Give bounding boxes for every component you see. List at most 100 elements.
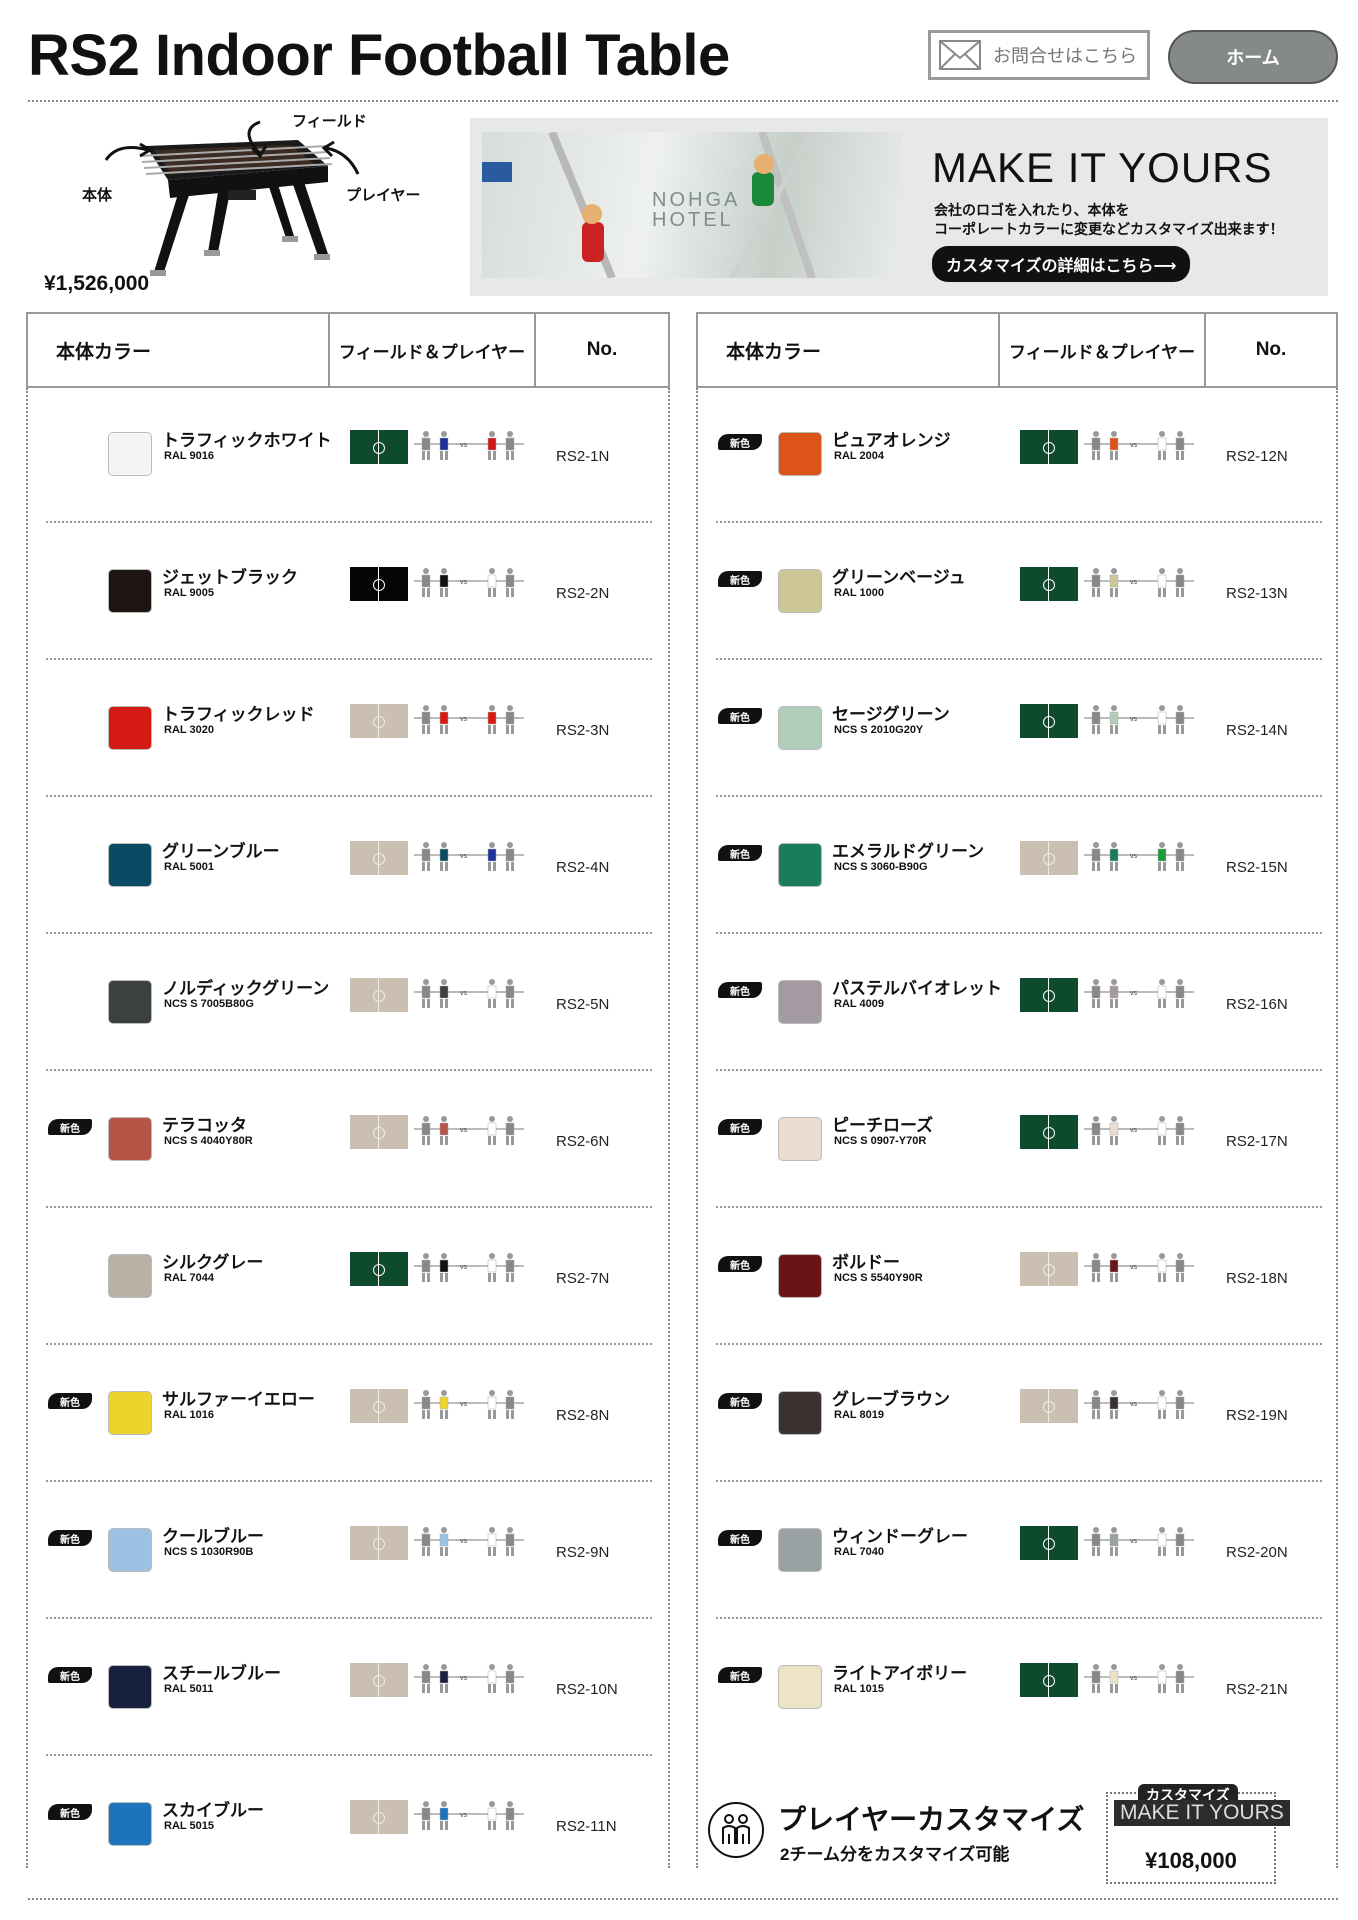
model-number: RS2-8N xyxy=(556,1407,610,1424)
model-number: RS2-5N xyxy=(556,996,610,1013)
new-color-badge: 新色 xyxy=(48,1393,92,1409)
model-number: RS2-3N xyxy=(556,722,610,739)
players-icon xyxy=(708,1802,764,1858)
color-code: NCS S 1030R90B xyxy=(164,1546,254,1558)
color-name: シルクグレー xyxy=(162,1253,264,1272)
field-swatch xyxy=(350,430,408,464)
divider xyxy=(1336,388,1338,1868)
field-swatch xyxy=(350,1800,408,1834)
field-swatch xyxy=(350,978,408,1012)
players-preview-icon: vs xyxy=(1084,1253,1194,1282)
field-swatch xyxy=(350,841,408,875)
color-name: ピュアオレンジ xyxy=(832,431,951,450)
hero-label-body: 本体 xyxy=(82,187,113,204)
players-preview-icon: vs xyxy=(1084,1116,1194,1145)
customize-details-link[interactable]: カスタマイズの詳細はこちら⟶ xyxy=(932,246,1191,282)
model-number: RS2-11N xyxy=(556,1818,617,1835)
hero-label-field: フィールド xyxy=(292,113,367,130)
customize-banner[interactable]: NOHGA HOTEL MAKE IT YOURS 会社のロゴを入れたり、本体を… xyxy=(470,118,1328,296)
color-swatch xyxy=(778,1528,822,1572)
model-number: RS2-18N xyxy=(1226,1270,1288,1287)
row-divider xyxy=(46,1343,652,1345)
color-name: ウィンドーグレー xyxy=(832,1527,968,1546)
model-number: RS2-10N xyxy=(556,1681,618,1698)
color-row: シルクグレー RAL 7044 vs RS2-7N xyxy=(28,1210,628,1348)
col-field-player: フィールド＆プレイヤー xyxy=(330,314,536,386)
field-swatch xyxy=(1020,978,1078,1012)
color-code: RAL 4009 xyxy=(834,998,884,1010)
svg-text:vs: vs xyxy=(1130,853,1138,860)
new-color-badge: 新色 xyxy=(718,434,762,450)
players-preview-icon: vs xyxy=(414,1527,524,1556)
color-name: グリーンブルー xyxy=(162,842,280,861)
players-preview-icon: vs xyxy=(414,842,524,871)
color-name: ジェットブラック xyxy=(162,568,298,587)
row-divider xyxy=(716,658,1322,660)
color-code: RAL 8019 xyxy=(834,1409,884,1421)
color-row: 新色 ピュアオレンジ RAL 2004 vs RS2-12N xyxy=(698,388,1298,526)
row-divider xyxy=(716,1206,1322,1208)
color-row: 新色 テラコッタ NCS S 4040Y80R vs RS2-6N xyxy=(28,1073,628,1211)
players-preview-icon: vs xyxy=(414,568,524,597)
color-name: ライトアイボリー xyxy=(832,1664,968,1683)
new-color-badge: 新色 xyxy=(48,1530,92,1546)
new-color-badge: 新色 xyxy=(718,1667,762,1683)
svg-text:vs: vs xyxy=(460,990,468,997)
model-number: RS2-17N xyxy=(1226,1133,1288,1150)
field-swatch xyxy=(1020,841,1078,875)
color-code: NCS S 5540Y90R xyxy=(834,1272,923,1284)
color-code: RAL 9016 xyxy=(164,450,214,462)
field-swatch xyxy=(350,567,408,601)
player-customize-subtitle: 2チーム分をカスタマイズ可能 xyxy=(780,1845,1010,1864)
svg-text:vs: vs xyxy=(1130,716,1138,723)
model-number: RS2-14N xyxy=(1226,722,1288,739)
field-swatch xyxy=(350,1252,408,1286)
divider xyxy=(28,100,1338,102)
model-number: RS2-7N xyxy=(556,1270,610,1287)
row-divider xyxy=(716,1617,1322,1619)
home-button[interactable]: ホーム xyxy=(1168,30,1338,84)
svg-text:vs: vs xyxy=(1130,442,1138,449)
players-preview-icon: vs xyxy=(414,431,524,460)
color-row: 新色 スチールブルー RAL 5011 vs RS2-10N xyxy=(28,1621,628,1759)
color-code: RAL 5001 xyxy=(164,861,214,873)
model-number: RS2-4N xyxy=(556,859,610,876)
color-row: 新色 ピーチローズ NCS S 0907-Y70R vs RS2-17N xyxy=(698,1073,1298,1211)
color-swatch xyxy=(108,706,152,750)
color-swatch xyxy=(108,1117,152,1161)
color-code: RAL 1015 xyxy=(834,1683,884,1695)
row-divider xyxy=(716,1069,1322,1071)
players-preview-icon: vs xyxy=(414,1390,524,1419)
row-divider xyxy=(716,1343,1322,1345)
row-divider xyxy=(46,795,652,797)
color-code: NCS S 0907-Y70R xyxy=(834,1135,927,1147)
color-code: RAL 5011 xyxy=(164,1683,214,1695)
col-field-player: フィールド＆プレイヤー xyxy=(1000,314,1206,386)
row-divider xyxy=(716,795,1322,797)
color-swatch xyxy=(778,432,822,476)
model-number: RS2-9N xyxy=(556,1544,610,1561)
color-name: スチールブルー xyxy=(162,1664,281,1683)
color-row: 新色 エメラルドグリーン NCS S 3060-B90G vs RS2-15N xyxy=(698,799,1298,937)
field-swatch xyxy=(350,704,408,738)
color-code: NCS S 3060-B90G xyxy=(834,861,928,873)
banner-photo: NOHGA HOTEL xyxy=(482,132,902,278)
players-preview-icon: vs xyxy=(414,705,524,734)
model-number: RS2-15N xyxy=(1226,859,1288,876)
color-row: ノルディックグリーン NCS S 7005B80G vs RS2-5N xyxy=(28,936,628,1074)
color-row: 新色 グレーブラウン RAL 8019 vs RS2-19N xyxy=(698,1347,1298,1485)
svg-text:vs: vs xyxy=(460,1264,468,1271)
color-swatch xyxy=(778,569,822,613)
row-divider xyxy=(716,1480,1322,1482)
svg-text:vs: vs xyxy=(1130,990,1138,997)
row-divider xyxy=(46,1617,652,1619)
hero-label-player: プレイヤー xyxy=(346,187,421,204)
color-name: トラフィックホワイト xyxy=(162,431,332,450)
svg-text:vs: vs xyxy=(1130,579,1138,586)
svg-text:vs: vs xyxy=(1130,1401,1138,1408)
players-preview-icon: vs xyxy=(1084,1664,1194,1693)
model-number: RS2-6N xyxy=(556,1133,610,1150)
model-number: RS2-19N xyxy=(1226,1407,1288,1424)
color-row: トラフィックレッド RAL 3020 vs RS2-3N xyxy=(28,662,628,800)
contact-button[interactable]: お問合せはこちら xyxy=(928,30,1150,80)
